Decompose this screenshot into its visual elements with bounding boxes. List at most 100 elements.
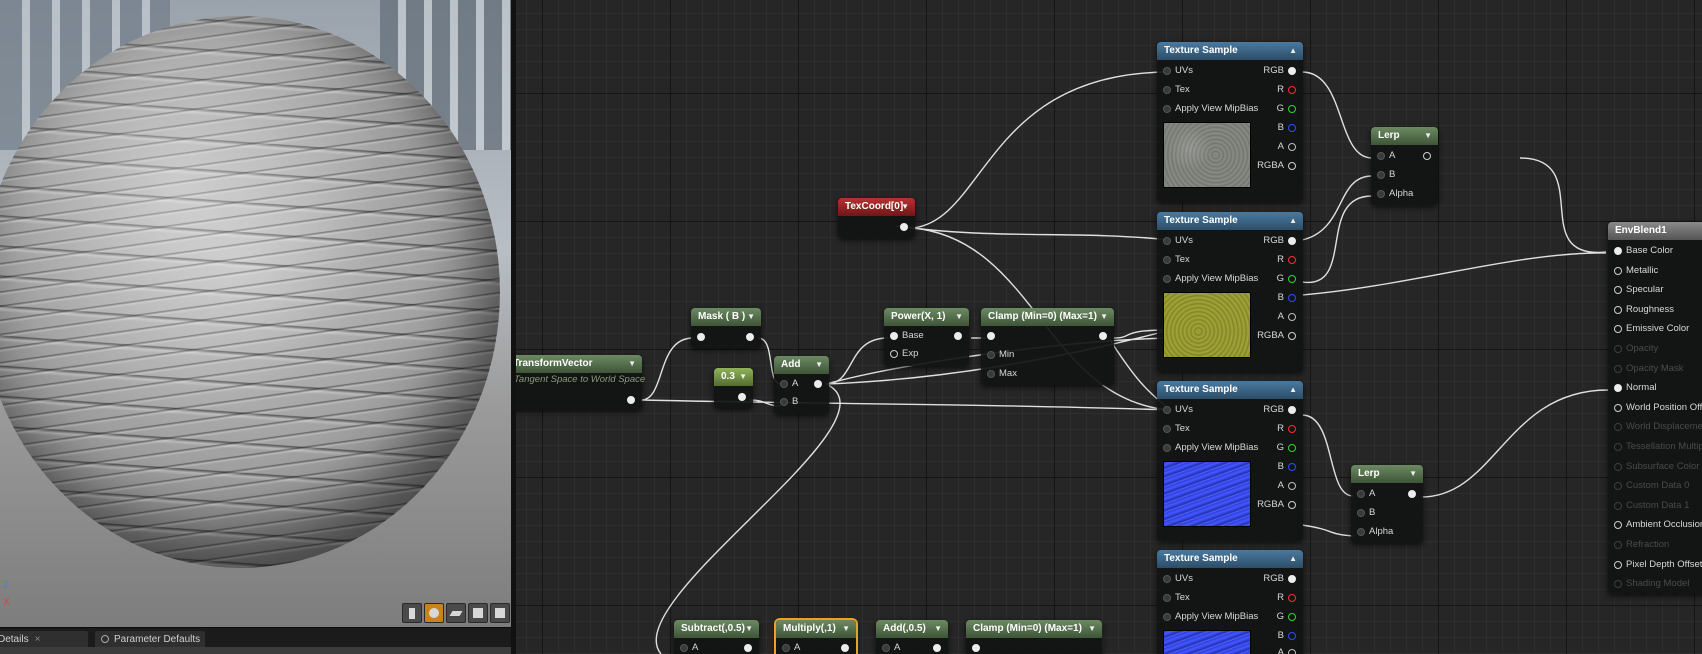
pin-dot-icon[interactable] xyxy=(780,398,788,406)
pin-dot-icon[interactable] xyxy=(697,333,705,341)
node-header[interactable]: Texture Sample ▲ xyxy=(1157,381,1303,399)
pin-output-a[interactable]: A xyxy=(1278,138,1296,156)
pin-dot-icon[interactable] xyxy=(1288,425,1296,433)
pin-output-g[interactable]: G xyxy=(1277,100,1296,118)
result-pin[interactable]: Roughness xyxy=(1614,301,1674,319)
node-header[interactable]: Add(,0.5) ▼ xyxy=(876,620,948,638)
pin-output-r[interactable]: R xyxy=(1277,420,1296,438)
preview-custom-mesh-button[interactable] xyxy=(490,603,510,623)
pin-dot-icon[interactable] xyxy=(933,644,941,652)
pin-dot-icon[interactable] xyxy=(782,644,790,652)
pin-output-rgb[interactable]: RGB xyxy=(1263,401,1296,419)
chevron-down-icon[interactable]: ▼ xyxy=(842,620,850,638)
pin-dot-icon[interactable] xyxy=(1163,275,1171,283)
pin-dot-icon[interactable] xyxy=(1163,425,1171,433)
pin-output-b[interactable]: B xyxy=(1278,289,1296,307)
chevron-down-icon[interactable]: ▼ xyxy=(747,308,755,326)
pin-dot-icon[interactable] xyxy=(1288,463,1296,471)
pin-dot-icon[interactable] xyxy=(1357,528,1365,536)
preview-plane-button[interactable] xyxy=(446,603,466,623)
pin-dot-icon[interactable] xyxy=(1377,152,1385,160)
pin-output[interactable] xyxy=(1404,485,1416,503)
pin-dot-icon[interactable] xyxy=(1163,575,1171,583)
node-constant[interactable]: 0.3 ▼ xyxy=(714,368,753,408)
pin-output-rgb[interactable]: RGB xyxy=(1263,232,1296,250)
pin-dot-icon[interactable] xyxy=(1377,171,1385,179)
pin-output-r[interactable]: R xyxy=(1277,251,1296,269)
pin-dot-icon[interactable] xyxy=(1288,613,1296,621)
pin-input-a[interactable]: A xyxy=(780,375,798,393)
chevron-down-icon[interactable]: ▼ xyxy=(745,620,753,638)
pin-dot-icon[interactable] xyxy=(1614,286,1622,295)
node-header[interactable]: Add ▼ xyxy=(774,356,829,374)
pin-output-b[interactable]: B xyxy=(1278,627,1296,645)
preview-cylinder-button[interactable] xyxy=(402,603,422,623)
pin-dot-icon[interactable] xyxy=(1614,443,1622,451)
result-pin[interactable]: Tessellation Multiplier xyxy=(1614,438,1702,456)
node-header[interactable]: Texture Sample ▲ xyxy=(1157,550,1303,568)
node-multiply[interactable]: Multiply(,1) ▼ A xyxy=(776,620,856,654)
node-lerp[interactable]: Lerp ▼ A B Alpha xyxy=(1351,465,1423,543)
pin-input-mipbias[interactable]: Apply View MipBias xyxy=(1163,270,1258,288)
pin-dot-icon[interactable] xyxy=(1288,143,1296,151)
pin-input-tex[interactable]: Tex xyxy=(1163,420,1190,438)
pin-dot-icon[interactable] xyxy=(987,351,995,359)
pin-input-max[interactable]: Max xyxy=(987,365,1017,383)
pin-output-a[interactable]: A xyxy=(1278,308,1296,326)
result-pin[interactable]: Subsurface Color xyxy=(1614,458,1699,476)
pin-dot-icon[interactable] xyxy=(1614,423,1622,432)
node-header[interactable]: Texture Sample ▲ xyxy=(1157,42,1303,60)
pin-dot-icon[interactable] xyxy=(1163,105,1171,113)
chevron-down-icon[interactable]: ▼ xyxy=(934,620,942,638)
node-header[interactable]: Lerp ▼ xyxy=(1351,465,1423,483)
result-pin[interactable]: Pixel Depth Offset xyxy=(1614,556,1702,574)
pin-dot-icon[interactable] xyxy=(1614,541,1622,549)
result-pin[interactable]: World Displacement xyxy=(1614,418,1702,436)
pin-output[interactable] xyxy=(623,391,635,409)
pin-output-r[interactable]: R xyxy=(1277,589,1296,607)
pin-output-rgb[interactable]: RGB xyxy=(1263,570,1296,588)
pin-dot-icon[interactable] xyxy=(1614,247,1622,255)
chevron-up-icon[interactable]: ▲ xyxy=(1289,381,1297,399)
result-pin[interactable]: Shading Model xyxy=(1614,575,1689,593)
pin-dot-icon[interactable] xyxy=(1163,444,1171,452)
pin-dot-icon[interactable] xyxy=(1614,364,1622,373)
node-transform-vector[interactable]: TransformVector ▼ Tangent Space to World … xyxy=(516,355,645,410)
pin-input-b[interactable]: B xyxy=(780,393,798,411)
pin-dot-icon[interactable] xyxy=(1288,406,1296,414)
pin-dot-icon[interactable] xyxy=(1288,67,1296,75)
pin-input-b[interactable]: B xyxy=(1357,504,1375,522)
pin-input-exp[interactable]: Exp xyxy=(890,345,918,363)
pin-dot-icon[interactable] xyxy=(744,644,752,652)
pin-input-tex[interactable]: Tex xyxy=(1163,589,1190,607)
pin-dot-icon[interactable] xyxy=(1357,490,1365,498)
node-texture-sample[interactable]: Texture Sample ▲ UVs Tex Apply View MipBi… xyxy=(1157,212,1303,372)
pin-dot-icon[interactable] xyxy=(1614,580,1622,589)
pin-output-rgba[interactable]: RGBA xyxy=(1257,496,1296,514)
node-mask[interactable]: Mask ( B ) ▼ xyxy=(691,308,761,348)
pin-output-rgba[interactable]: RGBA xyxy=(1257,157,1296,175)
node-header[interactable]: Subtract(,0.5) ▼ xyxy=(674,620,759,638)
pin-dot-icon[interactable] xyxy=(1288,313,1296,321)
pin-input-b[interactable]: B xyxy=(1377,166,1395,184)
chevron-down-icon[interactable]: ▼ xyxy=(1409,465,1417,483)
pin-dot-icon[interactable] xyxy=(780,380,788,388)
pin-input-alpha[interactable]: Alpha xyxy=(1357,523,1393,541)
tab-details[interactable]: Details × xyxy=(0,631,88,648)
pin-dot-icon[interactable] xyxy=(1163,406,1171,414)
chevron-down-icon[interactable]: ▼ xyxy=(901,198,909,216)
node-header[interactable]: 0.3 ▼ xyxy=(714,368,753,386)
chevron-down-icon[interactable]: ▼ xyxy=(1088,620,1096,638)
pin-input-mipbias[interactable]: Apply View MipBias xyxy=(1163,439,1258,457)
result-pin[interactable]: Custom Data 0 xyxy=(1614,477,1689,495)
pin-dot-icon[interactable] xyxy=(987,332,995,340)
node-add[interactable]: Add ▼ A B xyxy=(774,356,829,414)
node-header[interactable]: EnvBlend1 xyxy=(1608,222,1702,240)
result-pin[interactable]: Metallic xyxy=(1614,262,1658,280)
close-icon[interactable]: × xyxy=(35,634,41,645)
node-texture-sample[interactable]: Texture Sample ▲ UVs Tex Apply View MipBi… xyxy=(1157,550,1303,654)
pin-input-mipbias[interactable]: Apply View MipBias xyxy=(1163,100,1258,118)
pin-dot-icon[interactable] xyxy=(627,396,635,404)
node-header[interactable]: Clamp (Min=0) (Max=1) ▼ xyxy=(981,308,1114,326)
node-header[interactable]: Lerp ▼ xyxy=(1371,127,1438,145)
